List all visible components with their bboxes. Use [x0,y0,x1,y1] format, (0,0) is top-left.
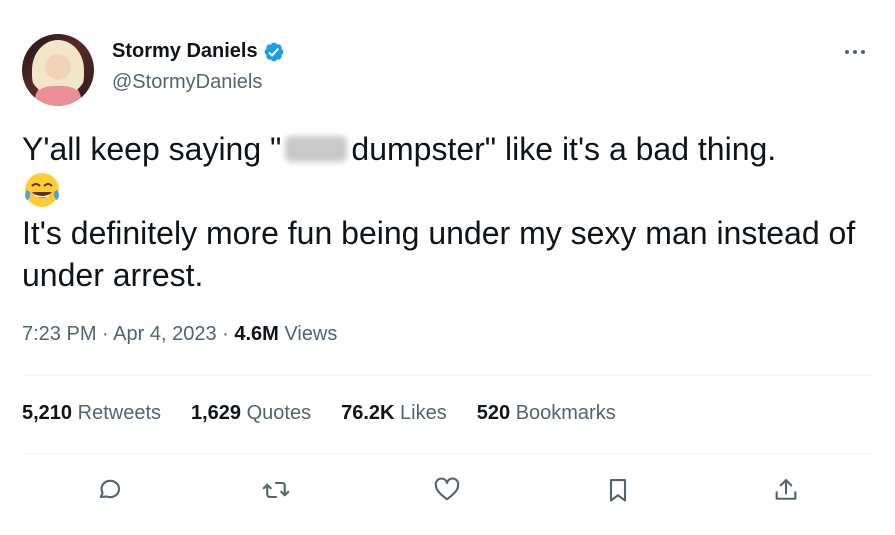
stat-count: 5,210 [22,402,73,424]
meta-separator-1: · [96,323,114,345]
views-label: Views [284,323,338,345]
verified-badge-icon [264,42,284,61]
tweet-stats: 5,210 Retweets 1,629 Quotes 76.2K Likes … [22,402,646,425]
bookmark-icon[interactable] [598,470,638,510]
heart-icon[interactable] [427,470,467,510]
stat-label: Quotes [246,402,312,424]
stat-retweets[interactable]: 5,210 Retweets [22,402,161,425]
tweet-line1-before: Y'all keep saying " [22,131,282,167]
tweet-date[interactable]: Apr 4, 2023 [113,323,216,345]
stat-likes[interactable]: 76.2K Likes [341,402,447,425]
tweet-line2: It's definitely more fun being under my … [22,215,856,293]
stat-count: 76.2K [341,402,395,424]
stat-count: 1,629 [191,402,242,424]
stat-count: 520 [476,402,511,424]
stat-bookmarks[interactable]: 520 Bookmarks [477,402,616,425]
divider [22,375,872,376]
author-handle[interactable]: @StormyDaniels [112,71,262,94]
avatar-top [36,86,80,106]
meta-separator-2: · [216,323,235,345]
author-name-row: Stormy Daniels [112,40,285,63]
author-name[interactable]: Stormy Daniels [112,40,258,63]
tears-of-joy-emoji [25,173,59,207]
share-icon[interactable] [766,470,806,510]
more-icon[interactable] [838,40,872,64]
tweet-meta: 7:23 PM · Apr 4, 2023 · 4.6M Views [22,323,337,346]
retweet-icon[interactable] [256,470,296,510]
tweet-time[interactable]: 7:23 PM [22,323,96,345]
reply-icon[interactable] [89,470,129,510]
stat-quotes[interactable]: 1,629 Quotes [191,402,311,425]
tweet-line1-after: dumpster" like it's a bad thing. [351,131,777,167]
action-bar [22,470,872,510]
stat-label: Bookmarks [515,402,616,424]
stat-label: Likes [400,402,447,424]
tweet-text: Y'all keep saying " dumpster" like it's a… [22,128,872,296]
divider [22,453,872,454]
stat-label: Retweets [77,402,161,424]
views-count: 4.6M [234,323,279,345]
redacted-word [285,136,348,162]
avatar[interactable] [22,34,94,106]
